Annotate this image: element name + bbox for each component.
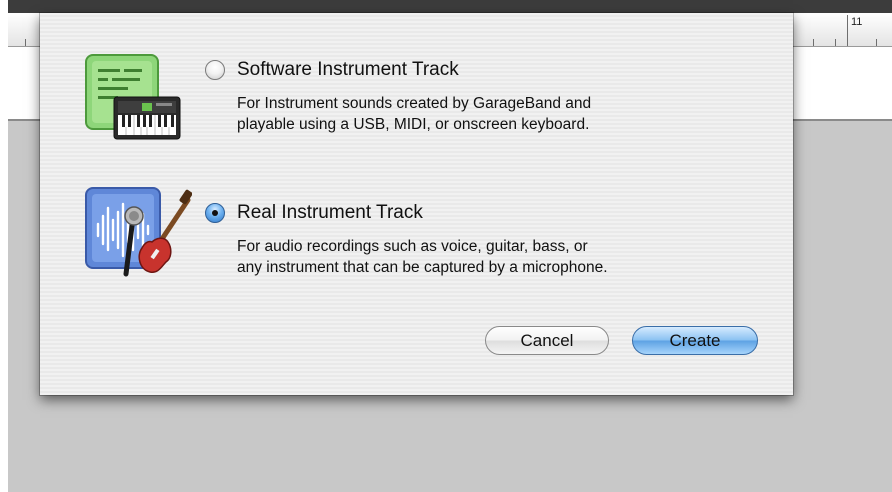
option-title: Software Instrument Track [237, 59, 459, 80]
ruler-tick [25, 39, 26, 46]
garageband-window: 4 5 6 7 8 9 10 11 [8, 0, 892, 492]
window-edge [0, 0, 8, 492]
option-description: any instrument that can be captured by a… [237, 259, 608, 276]
radio-selected-dot [212, 210, 218, 216]
cancel-button[interactable]: Cancel [485, 326, 609, 355]
new-track-dialog: Software Instrument Track For Instrument… [40, 13, 793, 395]
radio-software-instrument[interactable] [205, 60, 225, 80]
option-description: playable using a USB, MIDI, or onscreen … [237, 116, 590, 133]
ruler-label: 11 [851, 16, 863, 28]
ruler-tick [813, 39, 814, 46]
ruler-tick [835, 39, 836, 46]
ruler-major-tick [847, 15, 848, 46]
ruler-tick [876, 39, 877, 46]
keyboard-icon [85, 54, 181, 140]
option-description: For audio recordings such as voice, guit… [237, 238, 588, 255]
microphone-guitar-icon [85, 187, 192, 277]
option-description: For Instrument sounds created by GarageB… [237, 95, 592, 112]
option-real-instrument[interactable]: Real Instrument Track For audio recordin… [40, 173, 793, 313]
option-title: Real Instrument Track [237, 202, 423, 223]
option-software-instrument[interactable]: Software Instrument Track For Instrument… [40, 13, 793, 163]
radio-real-instrument[interactable] [205, 203, 225, 223]
window-toolbar [8, 0, 892, 13]
create-button[interactable]: Create [632, 326, 758, 355]
